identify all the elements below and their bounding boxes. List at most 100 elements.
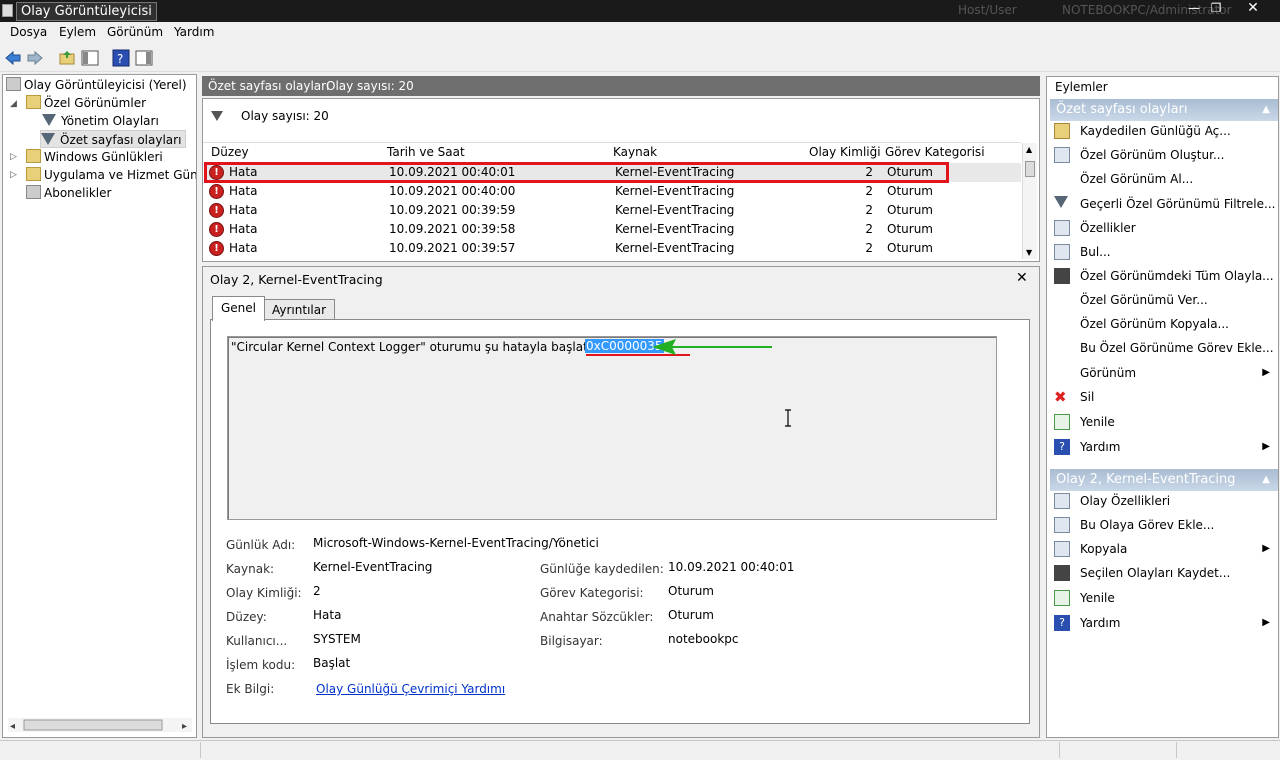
prop-log-name: Microsoft-Windows-Kernel-EventTracing/Yö… xyxy=(313,536,599,550)
menu-view[interactable]: Görünüm xyxy=(107,25,163,39)
event-row[interactable]: ! Hata 10.09.2021 00:39:58 Kernel-EventTrac… xyxy=(205,220,1021,239)
event-row[interactable]: ! Hata 10.09.2021 00:40:00 Kernel-EventTrac… xyxy=(205,182,1021,201)
help-icon[interactable]: ? xyxy=(112,49,130,67)
action-label: Geçerli Özel Görünümü Filtrele... xyxy=(1080,197,1276,211)
action-items2-2[interactable]: Kopyala ▶ xyxy=(1052,538,1276,560)
action-items2-4[interactable]: Yenile xyxy=(1052,587,1276,609)
show-hide-tree-icon[interactable] xyxy=(81,49,99,67)
col-datetime[interactable]: Tarih ve Saat xyxy=(387,143,465,161)
event-row[interactable]: ! Hata 10.09.2021 00:39:57 Kernel-EventTrac… xyxy=(205,239,1021,258)
prop-task: Oturum xyxy=(668,584,714,598)
error-icon: ! xyxy=(209,241,224,256)
filter-icon xyxy=(1054,196,1068,208)
col-source[interactable]: Kaynak xyxy=(613,143,657,161)
maximize-icon[interactable]: ❐ xyxy=(1205,1,1227,17)
prop-computer: notebookpc xyxy=(668,632,739,646)
cell-id: 2 xyxy=(865,241,873,255)
menu-file[interactable]: Dosya xyxy=(10,25,47,39)
action-items1-7[interactable]: Özel Görünümü Ver... xyxy=(1052,289,1276,311)
action-items2-3[interactable]: Seçilen Olayları Kaydet... xyxy=(1052,562,1276,584)
col-level[interactable]: Düzey xyxy=(211,143,249,161)
back-arrow-icon[interactable] xyxy=(4,49,22,67)
action-items2-0[interactable]: Olay Özellikleri xyxy=(1052,490,1276,512)
action-items1-6[interactable]: Özel Görünümdeki Tüm Olayla... xyxy=(1052,265,1276,287)
action-label: Olay Özellikleri xyxy=(1080,494,1171,508)
action-items1-10[interactable]: Görünüm ▶ xyxy=(1052,362,1276,384)
action-items1-3[interactable]: Geçerli Özel Görünümü Filtrele... xyxy=(1052,193,1276,215)
tab-general[interactable]: Genel xyxy=(212,296,266,321)
toolbar xyxy=(0,44,1280,72)
cell-category: Oturum xyxy=(887,184,933,198)
horizontal-scrollbar[interactable]: ◂ ▸ xyxy=(8,718,192,732)
svg-text:?: ? xyxy=(117,52,123,66)
expand-icon[interactable]: ▷ xyxy=(10,152,17,162)
prop-opcode-label: İşlem kodu: xyxy=(226,658,296,672)
action-items1-1[interactable]: Özel Görünüm Oluştur... xyxy=(1052,144,1276,166)
tree-item-admin-events[interactable]: Yönetim Olayları xyxy=(42,112,159,130)
close-icon[interactable]: ✕ xyxy=(1242,1,1264,17)
actions-section-view[interactable]: Özet sayfası olayları ▲ xyxy=(1050,99,1278,121)
text-cursor-icon xyxy=(785,409,791,427)
prop-log-name-label: Günlük Adı: xyxy=(226,538,296,552)
online-help-link[interactable]: Olay Günlüğü Çevrimiçi Yardımı xyxy=(316,682,505,696)
collapse-icon[interactable]: ◢ xyxy=(10,99,17,109)
folder-icon xyxy=(26,149,41,163)
action-items1-2[interactable]: Özel Görünüm Al... xyxy=(1052,168,1276,190)
action-items1-13[interactable]: ? Yardım ▶ xyxy=(1052,436,1276,458)
cell-datetime: 10.09.2021 00:39:59 xyxy=(389,203,516,217)
action-label: Bu Özel Görünüme Görev Ekle... xyxy=(1080,341,1274,355)
highlight-box xyxy=(204,162,949,183)
action-items1-12[interactable]: Yenile xyxy=(1052,411,1276,433)
show-hide-actions-icon[interactable] xyxy=(135,49,153,67)
action-label: Özel Görünüm Oluştur... xyxy=(1080,148,1225,162)
find-icon xyxy=(1054,244,1070,260)
action-label: Bul... xyxy=(1080,245,1111,259)
tab-details[interactable]: Ayrıntılar xyxy=(263,299,336,320)
description-box[interactable] xyxy=(227,336,997,520)
vertical-scrollbar[interactable]: ▲ ▼ xyxy=(1022,143,1037,259)
prop-logged-label: Günlüğe kaydedilen: xyxy=(540,562,664,576)
tree-item-summary-events[interactable]: Özet sayfası olayları xyxy=(40,130,187,148)
col-task-category[interactable]: Görev Kategorisi xyxy=(885,143,985,161)
prop-level: Hata xyxy=(313,608,342,622)
delete-icon: ✖ xyxy=(1054,388,1067,406)
cell-datetime: 10.09.2021 00:39:57 xyxy=(389,241,516,255)
tree-item-windows-logs[interactable]: Windows Günlükleri xyxy=(26,148,163,166)
action-label: Özellikler xyxy=(1080,221,1136,235)
tree-item-app-logs[interactable]: Uygulama ve Hizmet Günlükleri xyxy=(26,166,196,184)
action-items1-5[interactable]: Bul... xyxy=(1052,241,1276,263)
action-items1-0[interactable]: Kaydedilen Günlüğü Aç... xyxy=(1052,120,1276,142)
action-items1-8[interactable]: Özel Görünüm Kopyala... xyxy=(1052,313,1276,335)
action-label: Özel Görünüm Kopyala... xyxy=(1080,317,1229,331)
action-items1-4[interactable]: Özellikler xyxy=(1052,217,1276,239)
col-event-id[interactable]: Olay Kimliği xyxy=(809,143,881,161)
prop-event-id-label: Olay Kimliği: xyxy=(226,586,302,600)
close-icon[interactable]: ✕ xyxy=(1016,270,1028,286)
menu-action[interactable]: Eylem xyxy=(59,25,96,39)
open-log-icon xyxy=(1054,123,1070,139)
tree-item-custom-views[interactable]: Özel Görünümler xyxy=(26,94,146,112)
folder-up-icon[interactable] xyxy=(58,49,76,67)
create-view-icon xyxy=(1054,147,1070,163)
expand-icon[interactable]: ▷ xyxy=(10,170,17,180)
action-items1-9[interactable]: Bu Özel Görünüme Görev Ekle... xyxy=(1052,337,1276,359)
prop-more-info-label: Ek Bilgi: xyxy=(226,682,275,696)
actions-section-event[interactable]: Olay 2, Kernel-EventTracing ▲ xyxy=(1050,469,1278,491)
prop-keywords-label: Anahtar Sözcükler: xyxy=(540,610,654,624)
submenu-arrow-icon: ▶ xyxy=(1262,367,1270,378)
action-items2-1[interactable]: Bu Olaya Görev Ekle... xyxy=(1052,514,1276,536)
action-label: Kaydedilen Günlüğü Aç... xyxy=(1080,124,1231,138)
tree-item-root[interactable]: Olay Görüntüleyicisi (Yerel) xyxy=(6,76,187,94)
forward-arrow-icon[interactable] xyxy=(26,49,44,67)
cell-id: 2 xyxy=(865,222,873,236)
tree-item-subscriptions[interactable]: Abonelikler xyxy=(26,184,111,202)
event-row[interactable]: ! Hata 10.09.2021 00:39:59 Kernel-EventTrac… xyxy=(205,201,1021,220)
folder-icon xyxy=(26,167,41,181)
action-items2-5[interactable]: ? Yardım ▶ xyxy=(1052,612,1276,634)
cell-id: 2 xyxy=(865,184,873,198)
action-items1-11[interactable]: ✖ Sil xyxy=(1052,386,1276,408)
minimize-icon[interactable]: — xyxy=(1183,1,1205,17)
menu-help[interactable]: Yardım xyxy=(174,25,214,39)
prop-logged: 10.09.2021 00:40:01 xyxy=(668,560,795,574)
submenu-arrow-icon: ▶ xyxy=(1262,543,1270,554)
